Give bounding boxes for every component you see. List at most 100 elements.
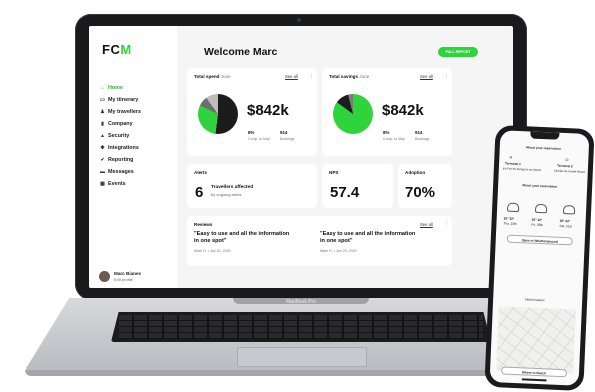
sidebar-item-label: Security bbox=[108, 133, 130, 139]
terminal-1-sub: En Paz de Zaragoza en Airport bbox=[502, 166, 542, 172]
card-title: NPS bbox=[329, 170, 339, 175]
alerts-sublabel: by ongoing alerts bbox=[211, 192, 242, 197]
spend-donut-chart bbox=[198, 94, 238, 134]
open-weather-button[interactable]: Open in Weatherground bbox=[506, 234, 573, 246]
adoption-card[interactable]: Adoption 70% bbox=[398, 164, 452, 208]
sidebar-item-label: Home bbox=[108, 85, 123, 91]
laptop-brand-label: MacBook Pro bbox=[285, 299, 316, 305]
savings-donut-chart bbox=[333, 94, 373, 134]
edit-profile-link[interactable]: Edit profile bbox=[114, 277, 141, 282]
user-profile[interactable]: Marc Bianes Edit profile bbox=[99, 271, 141, 282]
sidebar-item-messages[interactable]: ▬ Messages bbox=[100, 166, 141, 178]
cloud-icon bbox=[506, 202, 520, 213]
phone-notch bbox=[530, 131, 560, 140]
more-options-icon[interactable]: ⋮ bbox=[444, 221, 449, 227]
weather-day: Thu, 19th bbox=[503, 221, 518, 226]
terminal-2: Terminal 2 bbox=[556, 163, 573, 169]
sidebar-item-label: Messages bbox=[108, 169, 134, 175]
savings-amount: $842k bbox=[382, 102, 424, 119]
phone: About your reservation ✈ ⊙ Terminal 1 En… bbox=[484, 124, 595, 392]
spend-amount: $842k bbox=[247, 102, 289, 119]
alerts-count: 6 bbox=[195, 184, 204, 201]
section-title: About your reservation bbox=[522, 183, 558, 189]
spend-stat-percent: 8% bbox=[248, 130, 255, 135]
itinerary-icon: ▭ bbox=[100, 96, 105, 103]
integrations-icon: ✱ bbox=[100, 144, 105, 151]
more-options-icon[interactable]: ⋮ bbox=[444, 73, 449, 79]
sidebar-item-label: My travellers bbox=[108, 109, 141, 115]
savings-stat-percent-label: Comp. to May bbox=[383, 137, 405, 141]
sidebar-item-integrations[interactable]: ✱ Integrations bbox=[100, 142, 141, 154]
savings-stat-bookings-label: Bookings bbox=[415, 137, 430, 141]
laptop-screen: FCM ⌂ Home ▭ My itinerary ♟ My travellers ▮… bbox=[89, 26, 513, 288]
sidebar-item-company[interactable]: ▮ Company bbox=[100, 118, 141, 130]
camera bbox=[297, 18, 301, 22]
more-options-icon[interactable]: ⋮ bbox=[309, 73, 314, 79]
see-all-link[interactable]: See all bbox=[285, 74, 298, 79]
sidebar-item-travellers[interactable]: ♟ My travellers bbox=[100, 106, 141, 118]
keyboard bbox=[111, 312, 491, 342]
events-icon: ▦ bbox=[100, 180, 105, 187]
card-title: Reviews bbox=[194, 222, 213, 227]
sidebar-item-reporting[interactable]: ✔ Reporting bbox=[100, 154, 141, 166]
nps-value: 57.4 bbox=[330, 184, 360, 201]
page-title: Welcome Marc bbox=[204, 46, 278, 58]
weather-day: Fri, 20th bbox=[531, 222, 544, 228]
card-title: Alerts bbox=[194, 170, 208, 175]
sidebar-item-events[interactable]: ▦ Events bbox=[100, 178, 141, 190]
company-icon: ▮ bbox=[101, 120, 104, 127]
hotel-map[interactable] bbox=[496, 306, 576, 374]
card-title: Total savings June bbox=[329, 74, 370, 79]
home-icon: ⌂ bbox=[100, 84, 105, 91]
alerts-label: Travellers affected bbox=[211, 185, 254, 190]
terminal-1: Terminal 1 bbox=[505, 161, 521, 167]
review-meta: Mark H. • Jun 20, 2020 bbox=[320, 249, 357, 253]
sidebar-item-itinerary[interactable]: ▭ My itinerary bbox=[100, 94, 141, 106]
sidebar-item-label: Reporting bbox=[108, 157, 134, 163]
terminal-2-sub: Charles de Gaulle Airport bbox=[553, 168, 586, 174]
full-report-button[interactable]: FULL REPORT bbox=[438, 47, 478, 57]
cloud-icon bbox=[534, 203, 548, 214]
review-quote: "Easy to use and all the information in … bbox=[194, 231, 290, 244]
security-icon: ▲ bbox=[100, 132, 105, 139]
where-to-button[interactable]: Where to Beach bbox=[500, 366, 568, 378]
weather-temp: 35° 32° bbox=[531, 217, 543, 223]
adoption-value: 70% bbox=[405, 184, 436, 201]
total-spend-card: Total spend June See all ⋮ $842k 8% Comp… bbox=[187, 68, 317, 156]
weather-temp: 35° 32° bbox=[503, 216, 515, 221]
fcm-logo[interactable]: FCM bbox=[102, 42, 132, 57]
review-meta: Mark H. • Jun 20, 2020 bbox=[194, 249, 231, 253]
see-all-link[interactable]: See all bbox=[420, 222, 433, 227]
travellers-icon: ♟ bbox=[100, 108, 105, 115]
phone-header: About your reservation bbox=[525, 145, 561, 151]
weather-temp: 35° 32° bbox=[559, 218, 571, 224]
laptop-lid: FCM ⌂ Home ▭ My itinerary ♟ My travellers ▮… bbox=[75, 14, 527, 300]
location-icon: ⊙ bbox=[565, 157, 569, 163]
sidebar-item-label: Company bbox=[108, 121, 133, 127]
nps-card[interactable]: NPS 57.4 bbox=[322, 164, 393, 208]
home-indicator bbox=[521, 378, 547, 381]
sidebar-item-security[interactable]: ▲ Security bbox=[100, 130, 141, 142]
sidebar: FCM ⌂ Home ▭ My itinerary ♟ My travellers ▮… bbox=[89, 26, 177, 288]
trackpad bbox=[237, 347, 367, 367]
plane-icon: ✈ bbox=[509, 154, 513, 160]
sidebar-item-label: My itinerary bbox=[108, 97, 139, 103]
see-all-link[interactable]: See all bbox=[420, 74, 433, 79]
reviews-card: Reviews See all ⋮ "Easy to use and all t… bbox=[187, 216, 452, 266]
card-title: Total spend June bbox=[194, 74, 231, 79]
weather-day: Sat, 21st bbox=[559, 223, 573, 229]
messages-icon: ▬ bbox=[100, 168, 105, 175]
card-title: Adoption bbox=[405, 170, 426, 175]
spend-stat-bookings-label: Bookings bbox=[280, 137, 295, 141]
sidebar-item-label: Integrations bbox=[108, 145, 139, 151]
sidebar-item-label: Events bbox=[108, 181, 126, 187]
savings-stat-percent: 8% bbox=[383, 130, 390, 135]
alerts-card[interactable]: Alerts 6 Travellers affected by ongoing … bbox=[187, 164, 317, 208]
phone-screen: About your reservation ✈ ⊙ Terminal 1 En… bbox=[489, 130, 590, 386]
avatar bbox=[99, 271, 110, 282]
savings-stat-bookings: 914 bbox=[415, 130, 423, 135]
review-quote: "Easy to use and all the information in … bbox=[320, 231, 416, 244]
total-savings-card: Total savings June See all ⋮ $842k 8% Co… bbox=[322, 68, 452, 156]
sidebar-item-home[interactable]: ⌂ Home bbox=[100, 82, 141, 94]
cloud-icon bbox=[562, 204, 576, 215]
